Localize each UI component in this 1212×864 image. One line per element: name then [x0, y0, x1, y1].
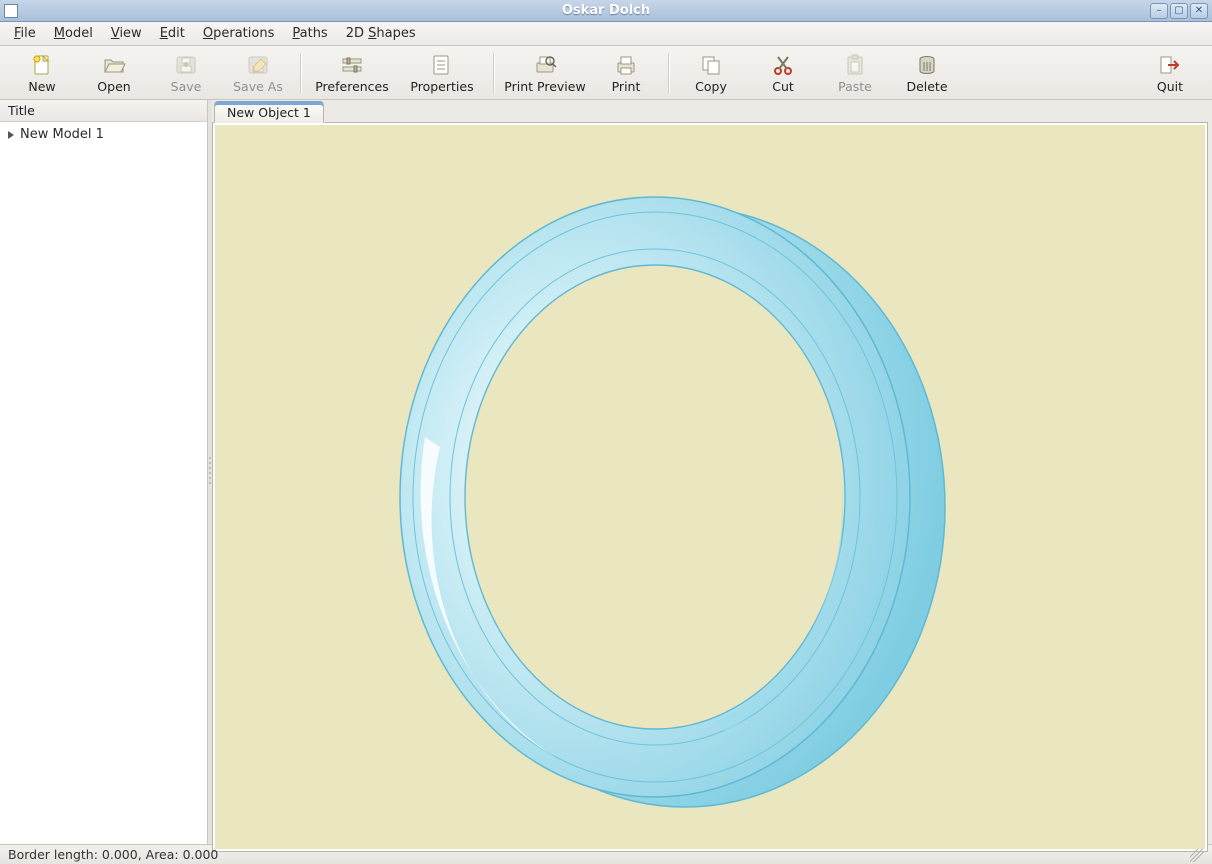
window-close-button[interactable]: ✕	[1190, 3, 1208, 19]
model-tree: New Model 1	[0, 122, 207, 147]
menu-operations[interactable]: Operations	[195, 24, 282, 43]
menu-paths[interactable]: Paths	[284, 24, 335, 43]
toolbar: New Open Save Save As Preferences Proper…	[0, 46, 1212, 100]
new-button[interactable]: New	[6, 50, 78, 96]
preferences-button-label: Preferences	[315, 79, 389, 94]
quit-button[interactable]: Quit	[1134, 50, 1206, 96]
print-icon	[614, 53, 638, 77]
save-icon	[174, 53, 198, 77]
menu-paths-label: aths	[300, 26, 328, 41]
open-button[interactable]: Open	[78, 50, 150, 96]
splitter-grip-icon	[209, 457, 211, 487]
quit-button-label: Quit	[1157, 79, 1183, 94]
expand-arrow-icon	[8, 131, 14, 139]
menubar: File Model View Edit Operations Paths 2D…	[0, 22, 1212, 46]
print-button-label: Print	[612, 79, 641, 94]
save-as-icon	[246, 53, 270, 77]
window-title: Oskar Dolch	[0, 3, 1212, 18]
tree-item[interactable]: New Model 1	[6, 125, 201, 144]
open-folder-icon	[102, 53, 126, 77]
menu-model[interactable]: Model	[46, 24, 101, 43]
paste-icon	[843, 53, 867, 77]
window-controls: – ▢ ✕	[1150, 3, 1208, 19]
menu-2d-shapes-label: 2D	[346, 26, 368, 41]
open-button-label: Open	[97, 79, 130, 94]
properties-button[interactable]: Properties	[397, 50, 487, 96]
toolbar-group-file: New Open Save Save As	[6, 50, 294, 96]
viewport-canvas[interactable]	[215, 125, 1205, 849]
properties-button-label: Properties	[410, 79, 473, 94]
canvas-frame	[212, 122, 1208, 852]
resize-grip-icon[interactable]	[1190, 848, 1204, 862]
tab-new-object[interactable]: New Object 1	[214, 101, 324, 123]
print-preview-button-label: Print Preview	[504, 79, 585, 94]
paste-button: Paste	[819, 50, 891, 96]
menu-edit[interactable]: Edit	[152, 24, 193, 43]
save-button-label: Save	[171, 79, 202, 94]
copy-button-label: Copy	[695, 79, 727, 94]
copy-icon	[699, 53, 723, 77]
save-button: Save	[150, 50, 222, 96]
new-file-icon	[30, 53, 54, 77]
menu-edit-label: dit	[168, 26, 185, 41]
new-button-label: New	[28, 79, 55, 94]
toolbar-group-edit: Copy Cut Paste Delete	[675, 50, 963, 96]
toolbar-group-prefs: Preferences Properties	[307, 50, 487, 96]
ring-model-icon	[215, 125, 1205, 849]
cut-button-label: Cut	[772, 79, 794, 94]
window-app-icon	[4, 4, 18, 18]
print-preview-button[interactable]: Print Preview	[500, 50, 590, 96]
sidebar: Title New Model 1	[0, 100, 208, 844]
preferences-icon	[340, 53, 364, 77]
delete-icon	[915, 53, 939, 77]
quit-icon	[1158, 53, 1182, 77]
window-titlebar: Oskar Dolch – ▢ ✕	[0, 0, 1212, 22]
delete-button[interactable]: Delete	[891, 50, 963, 96]
window-minimize-button[interactable]: –	[1150, 3, 1168, 19]
tree-item-label: New Model 1	[20, 127, 104, 142]
window-maximize-button[interactable]: ▢	[1170, 3, 1188, 19]
menu-2d-shapes[interactable]: 2D Shapes	[338, 24, 424, 43]
cut-icon	[771, 53, 795, 77]
save-as-button: Save As	[222, 50, 294, 96]
preferences-button[interactable]: Preferences	[307, 50, 397, 96]
menu-view-label: iew	[119, 26, 141, 41]
copy-button[interactable]: Copy	[675, 50, 747, 96]
splitter-handle[interactable]	[208, 100, 212, 844]
toolbar-separator	[300, 53, 301, 93]
menu-model-label: odel	[65, 26, 93, 41]
print-button[interactable]: Print	[590, 50, 662, 96]
body-area: Title New Model 1 New Object 1	[0, 100, 1212, 844]
menu-file-label: ile	[21, 26, 36, 41]
menu-view[interactable]: View	[103, 24, 150, 43]
print-preview-icon	[533, 53, 557, 77]
paste-button-label: Paste	[838, 79, 872, 94]
toolbar-group-print: Print Preview Print	[500, 50, 662, 96]
save-as-button-label: Save As	[233, 79, 283, 94]
menu-file[interactable]: File	[6, 24, 44, 43]
toolbar-separator	[493, 53, 494, 93]
sidebar-header: Title	[0, 100, 207, 122]
cut-button[interactable]: Cut	[747, 50, 819, 96]
toolbar-separator	[668, 53, 669, 93]
tab-label: New Object 1	[227, 105, 311, 120]
tab-strip: New Object 1	[212, 100, 1212, 122]
status-text: Border length: 0.000, Area: 0.000	[8, 847, 218, 862]
menu-operations-label: perations	[213, 26, 274, 41]
delete-button-label: Delete	[906, 79, 947, 94]
properties-icon	[430, 53, 454, 77]
main-column: New Object 1	[212, 100, 1212, 844]
